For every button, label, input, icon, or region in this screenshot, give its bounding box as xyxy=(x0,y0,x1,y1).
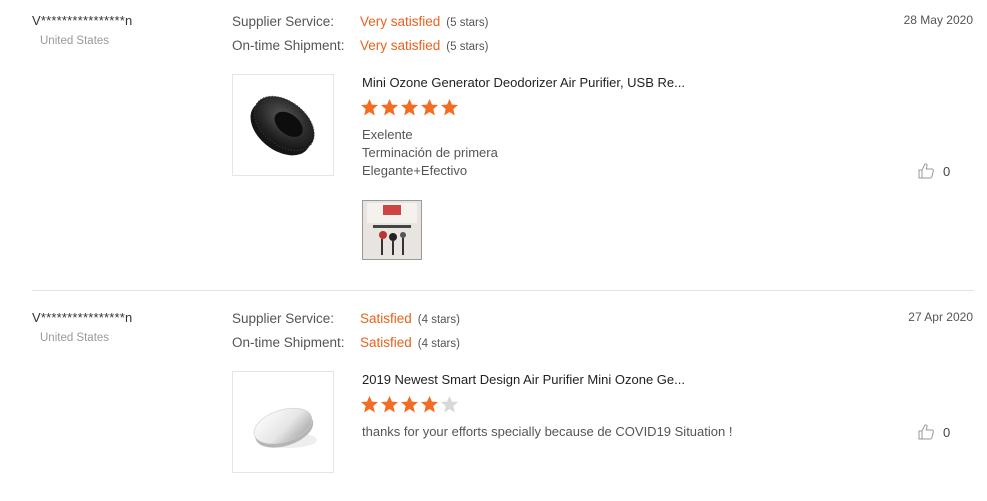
review-text-line: Terminación de primera xyxy=(362,145,498,160)
rating-label: Supplier Service: xyxy=(232,311,335,326)
rating-label: On-time Shipment: xyxy=(232,38,345,53)
product-title-link[interactable]: 2019 Newest Smart Design Air Purifier Mi… xyxy=(362,372,685,387)
review-date: 28 May 2020 xyxy=(903,13,973,27)
rating-label: Supplier Service: xyxy=(232,14,335,29)
review-text-line: Elegante+Efectivo xyxy=(362,163,468,178)
star-filled-icon xyxy=(420,98,439,116)
star-filled-icon xyxy=(360,395,379,413)
thumbs-up-icon[interactable] xyxy=(917,162,935,180)
review-item: V****************n United States Supplie… xyxy=(0,297,987,501)
product-thumbnail[interactable] xyxy=(232,371,334,473)
helpful-vote[interactable]: 0 xyxy=(917,423,950,441)
star-empty-icon xyxy=(440,395,459,413)
review-text-line: Exelente xyxy=(362,127,413,142)
helpful-vote[interactable]: 0 xyxy=(917,162,950,180)
product-title-link[interactable]: Mini Ozone Generator Deodorizer Air Puri… xyxy=(362,75,685,90)
rating-value: Very satisfied xyxy=(360,14,441,29)
white-disc-air-purifier-image xyxy=(253,407,317,448)
star-filled-icon xyxy=(400,98,419,116)
rating-stars-text: (5 stars) xyxy=(446,17,489,29)
reviewer-country: United States xyxy=(40,332,110,344)
product-star-rating xyxy=(360,395,459,414)
reviewer-name: V****************n xyxy=(32,310,133,325)
star-filled-icon xyxy=(360,98,379,116)
shipment-rating: On-time Shipment: Very satisfied (5 stars) xyxy=(232,38,488,53)
reviewer-country: United States xyxy=(40,35,110,47)
rating-stars-text: (4 stars) xyxy=(417,314,460,326)
review-text-line: thanks for your efforts specially becaus… xyxy=(362,424,733,439)
review-text: Exelente Terminación de primera Elegante… xyxy=(362,126,498,180)
star-filled-icon xyxy=(420,395,439,413)
supplier-service-rating: Supplier Service: Satisfied (4 stars) xyxy=(232,311,460,326)
customer-photo-image xyxy=(363,201,421,259)
star-filled-icon xyxy=(380,395,399,413)
rating-stars-text: (4 stars) xyxy=(417,338,460,350)
star-filled-icon xyxy=(380,98,399,116)
star-filled-icon xyxy=(400,395,419,413)
review-text: thanks for your efforts specially becaus… xyxy=(362,423,732,441)
thumbs-up-icon[interactable] xyxy=(917,423,935,441)
shipment-rating: On-time Shipment: Satisfied (4 stars) xyxy=(232,335,460,350)
product-star-rating xyxy=(360,98,459,117)
customer-photo-thumbnail[interactable] xyxy=(362,200,422,260)
review-divider xyxy=(32,290,974,291)
helpful-count: 0 xyxy=(943,424,951,440)
rating-value: Satisfied xyxy=(360,311,412,326)
reviewer-name: V****************n xyxy=(32,13,133,28)
rating-stars-text: (5 stars) xyxy=(446,41,489,53)
helpful-count: 0 xyxy=(943,163,951,179)
supplier-service-rating: Supplier Service: Very satisfied (5 stars) xyxy=(232,14,488,29)
rating-label: On-time Shipment: xyxy=(232,335,345,350)
product-thumbnail[interactable] xyxy=(232,74,334,176)
rating-value: Satisfied xyxy=(360,335,412,350)
black-round-air-purifier-image xyxy=(250,95,315,156)
star-filled-icon xyxy=(440,98,459,116)
rating-value: Very satisfied xyxy=(360,38,441,53)
review-date: 27 Apr 2020 xyxy=(908,310,973,324)
review-item: V****************n United States Supplie… xyxy=(0,0,987,291)
